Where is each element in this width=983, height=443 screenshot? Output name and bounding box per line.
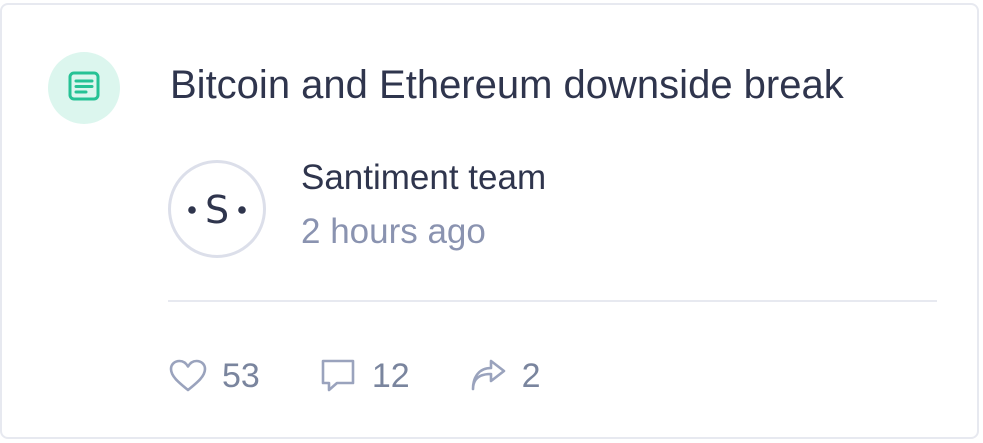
santiment-logo-icon: S <box>188 188 246 232</box>
heart-icon <box>168 356 208 396</box>
comment-count: 12 <box>371 357 410 395</box>
like-button[interactable]: 53 <box>168 354 260 398</box>
insight-title[interactable]: Bitcoin and Ethereum downside break <box>170 59 844 111</box>
published-time: 2 hours ago <box>301 212 486 251</box>
stats-bar: 53 12 2 <box>168 352 541 400</box>
like-count: 53 <box>222 357 260 395</box>
comment-icon <box>318 356 358 396</box>
share-count: 2 <box>521 357 541 395</box>
insight-card[interactable]: Bitcoin and Ethereum downside break S Sa… <box>0 3 979 439</box>
author-avatar[interactable]: S <box>168 160 266 258</box>
comment-button[interactable]: 12 <box>318 354 410 398</box>
share-icon <box>468 356 508 396</box>
document-icon <box>66 68 102 109</box>
avatar-letter: S <box>205 188 229 232</box>
divider <box>168 300 937 302</box>
author-name[interactable]: Santiment team <box>301 156 546 200</box>
insight-type-badge <box>48 52 120 124</box>
share-button[interactable]: 2 <box>468 354 541 398</box>
